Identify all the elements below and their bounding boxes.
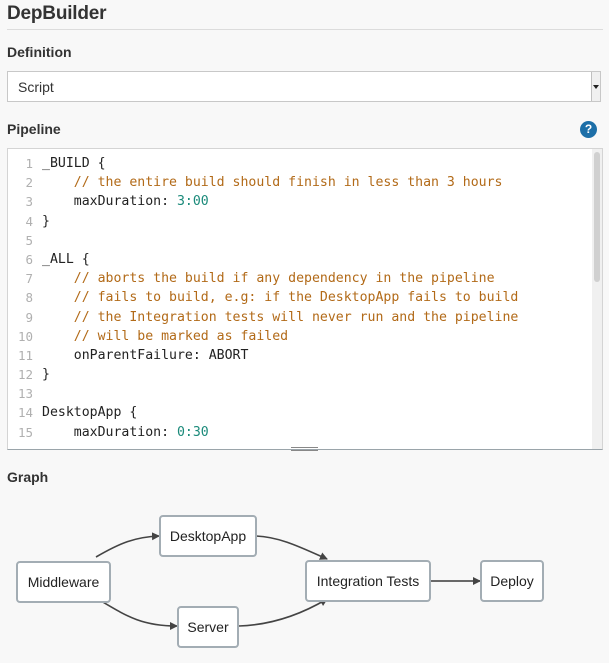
code-text: _ALL {: [42, 251, 90, 267]
code-comment: // aborts the build if any dependency in…: [42, 271, 495, 287]
definition-label: Definition: [7, 44, 72, 60]
chevron-down-icon[interactable]: [591, 72, 600, 101]
code-line: 10 // will be marked as failed: [8, 327, 518, 346]
title-divider: [7, 29, 603, 30]
code-text: DesktopApp {: [42, 405, 138, 421]
line-number: 4: [25, 213, 33, 229]
line-number: 9: [25, 309, 33, 325]
line-number: 15: [17, 424, 33, 440]
code-text: _BUILD {: [42, 156, 106, 171]
line-number: 5: [25, 232, 33, 248]
code-line: 13: [8, 384, 518, 403]
pipeline-code-editor[interactable]: 1 _BUILD { 2 // the entire build should fi…: [7, 148, 603, 450]
line-number: 14: [17, 405, 33, 421]
line-number: 3: [25, 194, 33, 210]
code-comment: // the Integration tests will never run …: [42, 309, 519, 325]
code-comment: // the entire build should finish in les…: [42, 175, 503, 191]
line-number: 13: [17, 386, 33, 402]
help-icon[interactable]: ?: [580, 121, 597, 138]
edge-server-integration: [238, 598, 328, 627]
code-line: 6 _ALL {: [8, 250, 518, 269]
line-number: 2: [25, 175, 33, 191]
code-text: maxDuration:: [42, 424, 177, 440]
code-line: 7 // aborts the build if any dependency …: [8, 269, 518, 288]
graph-node-integration-tests[interactable]: Integration Tests: [305, 560, 431, 602]
line-number: 1: [25, 156, 33, 171]
code-line: 11 onParentFailure: ABORT: [8, 346, 518, 365]
edge-middleware-desktopapp: [95, 532, 160, 558]
line-number: 10: [17, 328, 33, 344]
code-line: 2 // the entire build should finish in l…: [8, 173, 518, 192]
graph-node-desktopapp[interactable]: DesktopApp: [159, 515, 257, 557]
code-text: }: [42, 367, 50, 383]
code-text: }: [42, 213, 50, 229]
page-title: DepBuilder: [7, 3, 107, 24]
edge-desktopapp-integration: [255, 535, 328, 560]
editor-resize-handle[interactable]: [291, 447, 318, 451]
code-lines: 1 _BUILD { 2 // the entire build should fi…: [8, 154, 518, 442]
graph-node-server[interactable]: Server: [177, 606, 239, 648]
graph-node-deploy[interactable]: Deploy: [480, 560, 544, 602]
code-line: 1 _BUILD {: [8, 154, 518, 173]
code-line: 3 maxDuration: 3:00: [8, 192, 518, 211]
code-comment: // fails to build, e.g: if the DesktopAp…: [42, 290, 519, 306]
code-line: 14 DesktopApp {: [8, 403, 518, 422]
line-number: 8: [25, 290, 33, 306]
vertical-scrollbar[interactable]: [592, 149, 602, 449]
graph-node-middleware[interactable]: Middleware: [16, 561, 111, 603]
code-line: 4}: [8, 212, 518, 231]
definition-select-value: Script: [18, 79, 54, 95]
code-text: maxDuration:: [42, 194, 177, 210]
line-number: 7: [25, 271, 33, 287]
code-line: 15 maxDuration: 0:30: [8, 423, 518, 442]
code-line: 12}: [8, 365, 518, 384]
graph-label: Graph: [7, 469, 49, 485]
code-comment: // will be marked as failed: [42, 328, 289, 344]
definition-select[interactable]: Script: [7, 71, 601, 102]
line-number: 6: [25, 251, 33, 267]
code-number: 3:00: [176, 194, 209, 210]
dependency-graph: Middleware DesktopApp Server Integration…: [0, 495, 609, 663]
code-line: 5: [8, 231, 518, 250]
scrollbar-thumb[interactable]: [594, 152, 600, 282]
line-number: 11: [17, 347, 33, 363]
pipeline-label: Pipeline: [7, 121, 61, 137]
code-number: 0:30: [176, 424, 209, 440]
line-number: 12: [17, 367, 33, 383]
code-line: 9 // the Integration tests will never ru…: [8, 308, 518, 327]
code-text: onParentFailure: ABORT: [42, 347, 249, 363]
code-line: 8 // fails to build, e.g: if the Desktop…: [8, 288, 518, 307]
